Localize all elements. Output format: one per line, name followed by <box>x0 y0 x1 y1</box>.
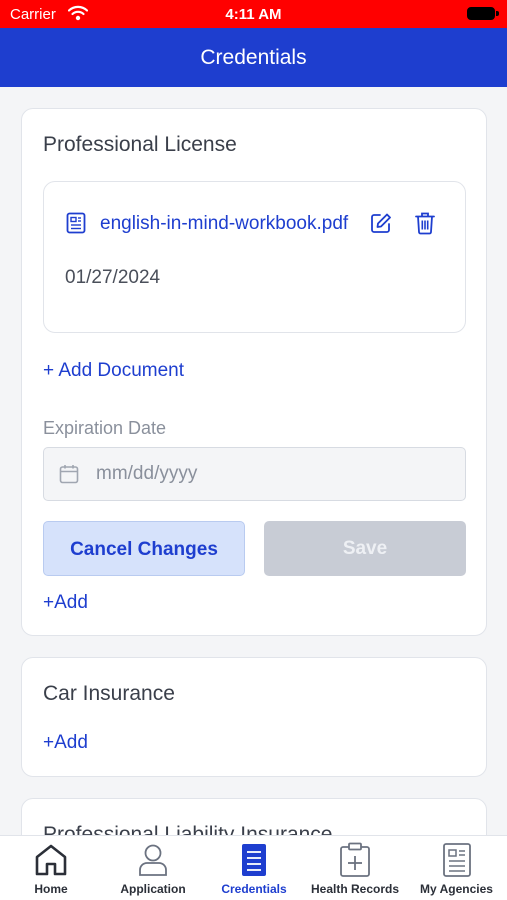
add-car-insurance-button[interactable]: +Add <box>43 732 88 754</box>
credentials-icon <box>242 844 266 876</box>
add-license-button[interactable]: +Add <box>43 592 88 614</box>
tab-my-agencies-label: My Agencies <box>420 882 493 896</box>
expiration-date-placeholder: mm/dd/yyyy <box>96 463 198 484</box>
tab-bar: Home Application Credentials Health Reco… <box>0 835 507 900</box>
clock: 4:11 AM <box>225 6 282 23</box>
tab-credentials-label: Credentials <box>221 882 287 896</box>
tab-health-records[interactable]: Health Records <box>304 836 406 900</box>
tab-credentials[interactable]: Credentials <box>204 836 304 900</box>
health-records-icon <box>340 842 370 877</box>
save-button[interactable]: Save <box>264 521 466 576</box>
status-bar: Carrier 4:11 AM <box>0 0 507 28</box>
add-document-button[interactable]: + Add Document <box>43 360 184 382</box>
person-icon <box>139 844 167 876</box>
expiration-date-label: Expiration Date <box>43 418 167 438</box>
document-item: english-in-mind-workbook.pdf 01/27/2024 <box>43 181 466 333</box>
professional-liability-title: Professional Liability Insurance <box>43 823 333 835</box>
car-insurance-title: Car Insurance <box>43 682 175 705</box>
professional-liability-card: Professional Liability Insurance <box>21 798 487 835</box>
tab-application[interactable]: Application <box>102 836 204 900</box>
document-date: 01/27/2024 <box>65 267 161 288</box>
page-title: Credentials <box>0 28 507 87</box>
battery-icon <box>467 7 495 20</box>
battery-cap <box>496 11 499 16</box>
professional-license-title: Professional License <box>43 133 237 156</box>
edit-icon[interactable] <box>370 212 392 234</box>
document-icon <box>66 212 86 234</box>
professional-license-card: Professional License english-in-mind-wor… <box>21 108 487 636</box>
expiration-date-input[interactable]: mm/dd/yyyy <box>43 447 466 501</box>
tab-home-label: Home <box>34 882 68 896</box>
tab-application-label: Application <box>120 882 186 896</box>
cancel-changes-button[interactable]: Cancel Changes <box>43 521 245 576</box>
home-icon <box>35 844 67 876</box>
delete-icon[interactable] <box>414 211 436 235</box>
agencies-icon <box>442 843 471 877</box>
tab-my-agencies[interactable]: My Agencies <box>406 836 507 900</box>
tab-health-records-label: Health Records <box>310 882 400 896</box>
credentials-list[interactable]: Professional License english-in-mind-wor… <box>0 87 507 835</box>
calendar-icon <box>59 465 79 484</box>
document-name-link[interactable]: english-in-mind-workbook.pdf <box>100 213 362 235</box>
tab-home[interactable]: Home <box>0 836 102 900</box>
car-insurance-card: Car Insurance +Add <box>21 657 487 777</box>
